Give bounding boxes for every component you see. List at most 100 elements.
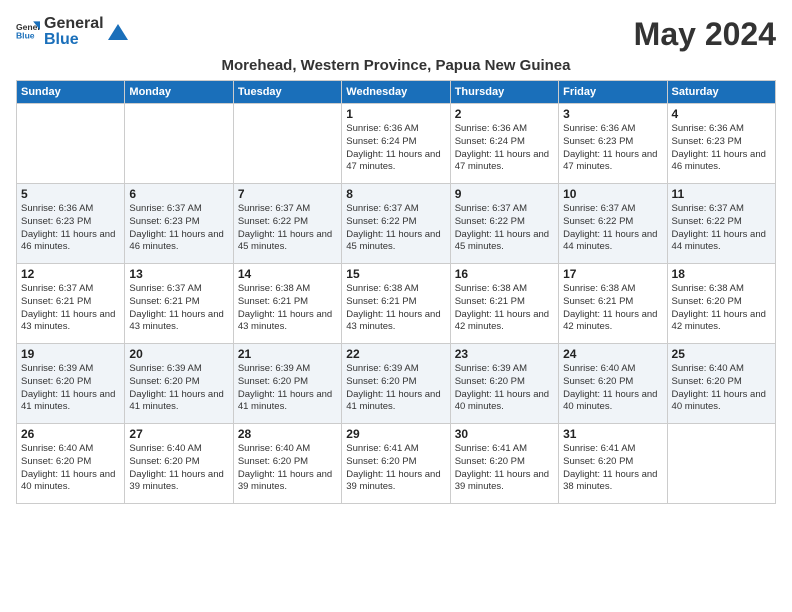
- calendar-cell: 15 Sunrise: 6:38 AM Sunset: 6:21 PM Dayli…: [342, 264, 450, 344]
- day-number: 2: [455, 107, 554, 121]
- calendar-header-monday: Monday: [125, 81, 233, 104]
- calendar-cell: 27 Sunrise: 6:40 AM Sunset: 6:20 PM Dayli…: [125, 424, 233, 504]
- day-number: 5: [21, 187, 120, 201]
- day-number: 9: [455, 187, 554, 201]
- day-number: 10: [563, 187, 662, 201]
- calendar-header-thursday: Thursday: [450, 81, 558, 104]
- day-info: Sunrise: 6:36 AM Sunset: 6:23 PM Dayligh…: [563, 123, 662, 174]
- day-info: Sunrise: 6:36 AM Sunset: 6:23 PM Dayligh…: [21, 203, 120, 254]
- day-number: 16: [455, 267, 554, 281]
- calendar-cell: 5 Sunrise: 6:36 AM Sunset: 6:23 PM Daylig…: [17, 184, 125, 264]
- day-info: Sunrise: 6:40 AM Sunset: 6:20 PM Dayligh…: [129, 443, 228, 494]
- day-number: 18: [672, 267, 771, 281]
- calendar-week-row: 26 Sunrise: 6:40 AM Sunset: 6:20 PM Dayli…: [17, 424, 776, 504]
- calendar-header-wednesday: Wednesday: [342, 81, 450, 104]
- day-number: 8: [346, 187, 445, 201]
- calendar-cell: 12 Sunrise: 6:37 AM Sunset: 6:21 PM Dayli…: [17, 264, 125, 344]
- day-info: Sunrise: 6:39 AM Sunset: 6:20 PM Dayligh…: [129, 363, 228, 414]
- day-number: 7: [238, 187, 337, 201]
- day-info: Sunrise: 6:36 AM Sunset: 6:24 PM Dayligh…: [346, 123, 445, 174]
- calendar-cell: 25 Sunrise: 6:40 AM Sunset: 6:20 PM Dayli…: [667, 344, 775, 424]
- day-number: 17: [563, 267, 662, 281]
- day-number: 21: [238, 347, 337, 361]
- calendar-cell: 28Sunrise: 6:40 AM Sunset: 6:20 PM Dayli…: [233, 424, 341, 504]
- logo-icon: General Blue: [16, 18, 40, 42]
- day-info: Sunrise: 6:39 AM Sunset: 6:20 PM Dayligh…: [21, 363, 120, 414]
- day-info: Sunrise: 6:38 AM Sunset: 6:20 PM Dayligh…: [672, 283, 771, 334]
- day-number: 1: [346, 107, 445, 121]
- day-number: 11: [672, 187, 771, 201]
- day-number: 27: [129, 427, 228, 441]
- calendar-cell: 30 Sunrise: 6:41 AM Sunset: 6:20 PM Dayli…: [450, 424, 558, 504]
- day-number: 3: [563, 107, 662, 121]
- calendar-cell: 13 Sunrise: 6:37 AM Sunset: 6:21 PM Dayli…: [125, 264, 233, 344]
- calendar-cell: 6Sunrise: 6:37 AM Sunset: 6:23 PM Daylig…: [125, 184, 233, 264]
- day-info: Sunrise: 6:39 AM Sunset: 6:20 PM Dayligh…: [346, 363, 445, 414]
- day-info: Sunrise: 6:38 AM Sunset: 6:21 PM Dayligh…: [563, 283, 662, 334]
- day-info: Sunrise: 6:41 AM Sunset: 6:20 PM Dayligh…: [346, 443, 445, 494]
- day-number: 15: [346, 267, 445, 281]
- day-info: Sunrise: 6:36 AM Sunset: 6:24 PM Dayligh…: [455, 123, 554, 174]
- header: General Blue General Blue May 2024: [16, 16, 776, 53]
- day-number: 25: [672, 347, 771, 361]
- day-info: Sunrise: 6:37 AM Sunset: 6:21 PM Dayligh…: [21, 283, 120, 334]
- day-number: 31: [563, 427, 662, 441]
- day-number: 23: [455, 347, 554, 361]
- calendar-cell: 26 Sunrise: 6:40 AM Sunset: 6:20 PM Dayli…: [17, 424, 125, 504]
- calendar-cell: 2 Sunrise: 6:36 AM Sunset: 6:24 PM Daylig…: [450, 104, 558, 184]
- day-info: Sunrise: 6:40 AM Sunset: 6:20 PM Dayligh…: [672, 363, 771, 414]
- calendar-cell: 11 Sunrise: 6:37 AM Sunset: 6:22 PM Dayli…: [667, 184, 775, 264]
- day-number: 24: [563, 347, 662, 361]
- calendar-cell: 16Sunrise: 6:38 AM Sunset: 6:21 PM Dayli…: [450, 264, 558, 344]
- day-info: Sunrise: 6:38 AM Sunset: 6:21 PM Dayligh…: [346, 283, 445, 334]
- day-info: Sunrise: 6:38 AM Sunset: 6:21 PM Dayligh…: [238, 283, 337, 334]
- day-number: 13: [129, 267, 228, 281]
- day-info: Sunrise: 6:37 AM Sunset: 6:22 PM Dayligh…: [346, 203, 445, 254]
- day-number: 22: [346, 347, 445, 361]
- day-info: Sunrise: 6:41 AM Sunset: 6:20 PM Dayligh…: [455, 443, 554, 494]
- logo: General Blue General Blue: [16, 16, 128, 48]
- calendar-header-sunday: Sunday: [17, 81, 125, 104]
- day-info: Sunrise: 6:40 AM Sunset: 6:20 PM Dayligh…: [563, 363, 662, 414]
- day-number: 28: [238, 427, 337, 441]
- calendar-week-row: 12 Sunrise: 6:37 AM Sunset: 6:21 PM Dayli…: [17, 264, 776, 344]
- calendar-cell: 17 Sunrise: 6:38 AM Sunset: 6:21 PM Dayli…: [559, 264, 667, 344]
- calendar-cell: 23 Sunrise: 6:39 AM Sunset: 6:20 PM Dayli…: [450, 344, 558, 424]
- day-info: Sunrise: 6:37 AM Sunset: 6:21 PM Dayligh…: [129, 283, 228, 334]
- calendar-header-saturday: Saturday: [667, 81, 775, 104]
- day-info: Sunrise: 6:37 AM Sunset: 6:22 PM Dayligh…: [563, 203, 662, 254]
- calendar-week-row: 1 Sunrise: 6:36 AM Sunset: 6:24 PM Daylig…: [17, 104, 776, 184]
- calendar-cell: 8 Sunrise: 6:37 AM Sunset: 6:22 PM Daylig…: [342, 184, 450, 264]
- day-info: Sunrise: 6:40 AM Sunset: 6:20 PM Dayligh…: [21, 443, 120, 494]
- logo-general-text: General: [44, 16, 104, 32]
- calendar-cell: 7Sunrise: 6:37 AM Sunset: 6:22 PM Daylig…: [233, 184, 341, 264]
- day-number: 19: [21, 347, 120, 361]
- calendar-cell: 20Sunrise: 6:39 AM Sunset: 6:20 PM Dayli…: [125, 344, 233, 424]
- day-number: 12: [21, 267, 120, 281]
- day-info: Sunrise: 6:39 AM Sunset: 6:20 PM Dayligh…: [455, 363, 554, 414]
- day-number: 4: [672, 107, 771, 121]
- calendar-cell: 1 Sunrise: 6:36 AM Sunset: 6:24 PM Daylig…: [342, 104, 450, 184]
- calendar-cell: 19 Sunrise: 6:39 AM Sunset: 6:20 PM Dayli…: [17, 344, 125, 424]
- calendar-cell: 9 Sunrise: 6:37 AM Sunset: 6:22 PM Daylig…: [450, 184, 558, 264]
- svg-text:Blue: Blue: [16, 30, 35, 40]
- calendar-cell: 10 Sunrise: 6:37 AM Sunset: 6:22 PM Dayli…: [559, 184, 667, 264]
- calendar-table: SundayMondayTuesdayWednesdayThursdayFrid…: [16, 80, 776, 504]
- day-info: Sunrise: 6:37 AM Sunset: 6:22 PM Dayligh…: [672, 203, 771, 254]
- calendar-cell: [17, 104, 125, 184]
- calendar-cell: 4Sunrise: 6:36 AM Sunset: 6:23 PM Daylig…: [667, 104, 775, 184]
- day-number: 30: [455, 427, 554, 441]
- logo-triangle-icon: [108, 22, 128, 42]
- day-number: 26: [21, 427, 120, 441]
- month-title: May 2024: [634, 16, 776, 53]
- calendar-header-friday: Friday: [559, 81, 667, 104]
- day-info: Sunrise: 6:39 AM Sunset: 6:20 PM Dayligh…: [238, 363, 337, 414]
- calendar-cell: 21 Sunrise: 6:39 AM Sunset: 6:20 PM Dayli…: [233, 344, 341, 424]
- day-info: Sunrise: 6:41 AM Sunset: 6:20 PM Dayligh…: [563, 443, 662, 494]
- calendar-header-tuesday: Tuesday: [233, 81, 341, 104]
- calendar-cell: [233, 104, 341, 184]
- calendar-cell: 18 Sunrise: 6:38 AM Sunset: 6:20 PM Dayli…: [667, 264, 775, 344]
- day-info: Sunrise: 6:37 AM Sunset: 6:22 PM Dayligh…: [455, 203, 554, 254]
- day-number: 6: [129, 187, 228, 201]
- calendar-cell: 14Sunrise: 6:38 AM Sunset: 6:21 PM Dayli…: [233, 264, 341, 344]
